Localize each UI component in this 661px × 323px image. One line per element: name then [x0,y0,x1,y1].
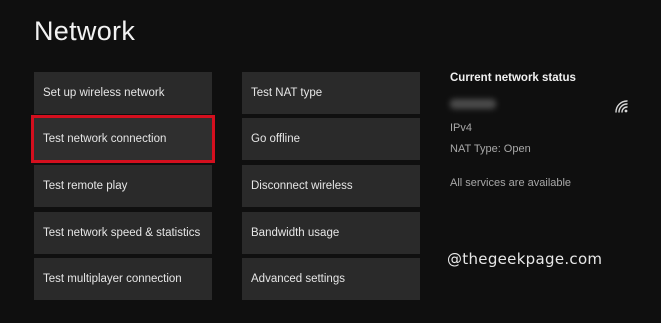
nat-type-text: NAT Type: Open [450,143,531,155]
test-network-speed-button[interactable]: Test network speed & statistics [34,212,212,254]
set-up-wireless-network-button[interactable]: Set up wireless network [34,72,212,114]
test-nat-type-button[interactable]: Test NAT type [242,72,420,114]
watermark: @thegeekpage.com [447,250,603,268]
network-name-blurred [450,99,496,109]
test-remote-play-button[interactable]: Test remote play [34,165,212,207]
status-title: Current network status [450,72,576,84]
services-status-text: All services are available [450,177,572,189]
disconnect-wireless-button[interactable]: Disconnect wireless [242,165,420,207]
wifi-icon [615,100,628,113]
advanced-settings-button[interactable]: Advanced settings [242,258,420,300]
ip-version-text: IPv4 [450,122,473,134]
bandwidth-usage-button[interactable]: Bandwidth usage [242,212,420,254]
test-network-connection-button[interactable]: Test network connection [31,115,215,163]
go-offline-button[interactable]: Go offline [242,118,420,160]
test-multiplayer-connection-button[interactable]: Test multiplayer connection [34,258,212,300]
page-title: Network [34,16,136,46]
